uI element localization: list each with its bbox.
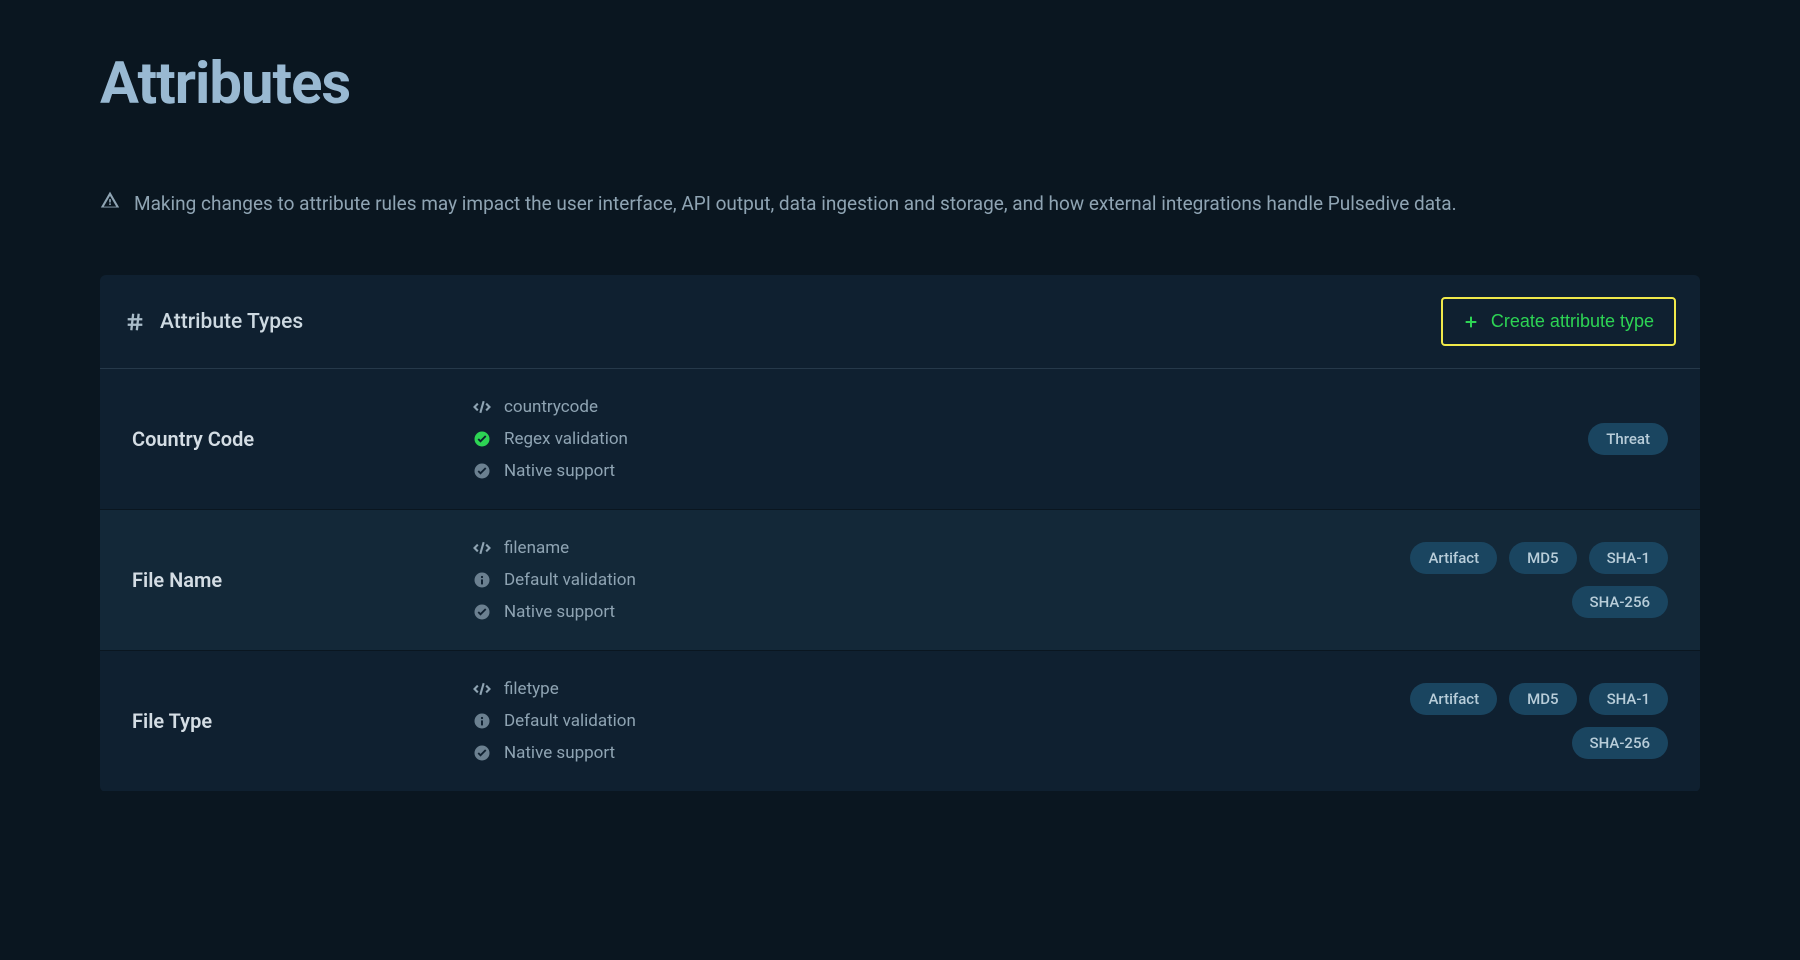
attribute-type-details: filetype Default validation Native support [472,679,1318,763]
support-line: Native support [472,461,1588,481]
tag-list: Artifact MD5 SHA-1 SHA-256 [1318,683,1668,759]
info-icon [472,711,492,731]
warning-text: Making changes to attribute rules may im… [134,188,1457,220]
validation-line: Default validation [472,570,1318,590]
slug-line: filename [472,538,1318,558]
tag-badge[interactable]: SHA-256 [1572,727,1668,759]
check-icon [472,743,492,763]
create-button-label: Create attribute type [1491,311,1654,332]
tag-badge[interactable]: Artifact [1410,542,1497,574]
attribute-type-name: File Type [132,709,472,733]
code-icon [472,397,492,417]
hash-icon [124,311,146,333]
attribute-type-name: File Name [132,568,472,592]
code-icon [472,679,492,699]
validation-line: Regex validation [472,429,1588,449]
plus-icon [1463,314,1479,330]
check-icon [472,602,492,622]
attribute-type-name: Country Code [132,427,472,451]
create-attribute-type-button[interactable]: Create attribute type [1441,297,1676,346]
info-icon [472,570,492,590]
attribute-type-details: countrycode Regex validation Native suppor… [472,397,1588,481]
validation-line: Default validation [472,711,1318,731]
page-title: Attributes [100,50,1700,118]
attribute-type-details: filename Default validation Native support [472,538,1318,622]
warning-icon [100,190,120,210]
attribute-slug: filename [504,538,569,558]
support-label: Native support [504,602,615,622]
tag-badge[interactable]: SHA-1 [1589,683,1668,715]
support-label: Native support [504,743,615,763]
tag-badge[interactable]: SHA-1 [1589,542,1668,574]
support-label: Native support [504,461,615,481]
section-header: Attribute Types Create attribute type [100,275,1700,369]
slug-line: countrycode [472,397,1588,417]
tag-badge[interactable]: Artifact [1410,683,1497,715]
tag-badge[interactable]: MD5 [1509,542,1576,574]
tag-badge[interactable]: MD5 [1509,683,1576,715]
code-icon [472,538,492,558]
warning-banner: Making changes to attribute rules may im… [100,188,1700,220]
tag-list: Threat [1588,423,1668,455]
tag-list: Artifact MD5 SHA-1 SHA-256 [1318,542,1668,618]
validation-label: Default validation [504,570,636,590]
attribute-slug: filetype [504,679,559,699]
check-icon [472,429,492,449]
tag-badge[interactable]: Threat [1588,423,1668,455]
support-line: Native support [472,743,1318,763]
attribute-type-row[interactable]: File Type filetype Default validation Nativ… [100,651,1700,792]
check-icon [472,461,492,481]
attribute-slug: countrycode [504,397,598,417]
section-title: Attribute Types [124,310,303,334]
attribute-types-section: Attribute Types Create attribute type Co… [100,275,1700,792]
slug-line: filetype [472,679,1318,699]
tag-badge[interactable]: SHA-256 [1572,586,1668,618]
support-line: Native support [472,602,1318,622]
attribute-type-row[interactable]: Country Code countrycode Regex validation N… [100,369,1700,510]
validation-label: Regex validation [504,429,628,449]
validation-label: Default validation [504,711,636,731]
section-title-text: Attribute Types [160,310,303,334]
attribute-type-row[interactable]: File Name filename Default validation Nativ… [100,510,1700,651]
